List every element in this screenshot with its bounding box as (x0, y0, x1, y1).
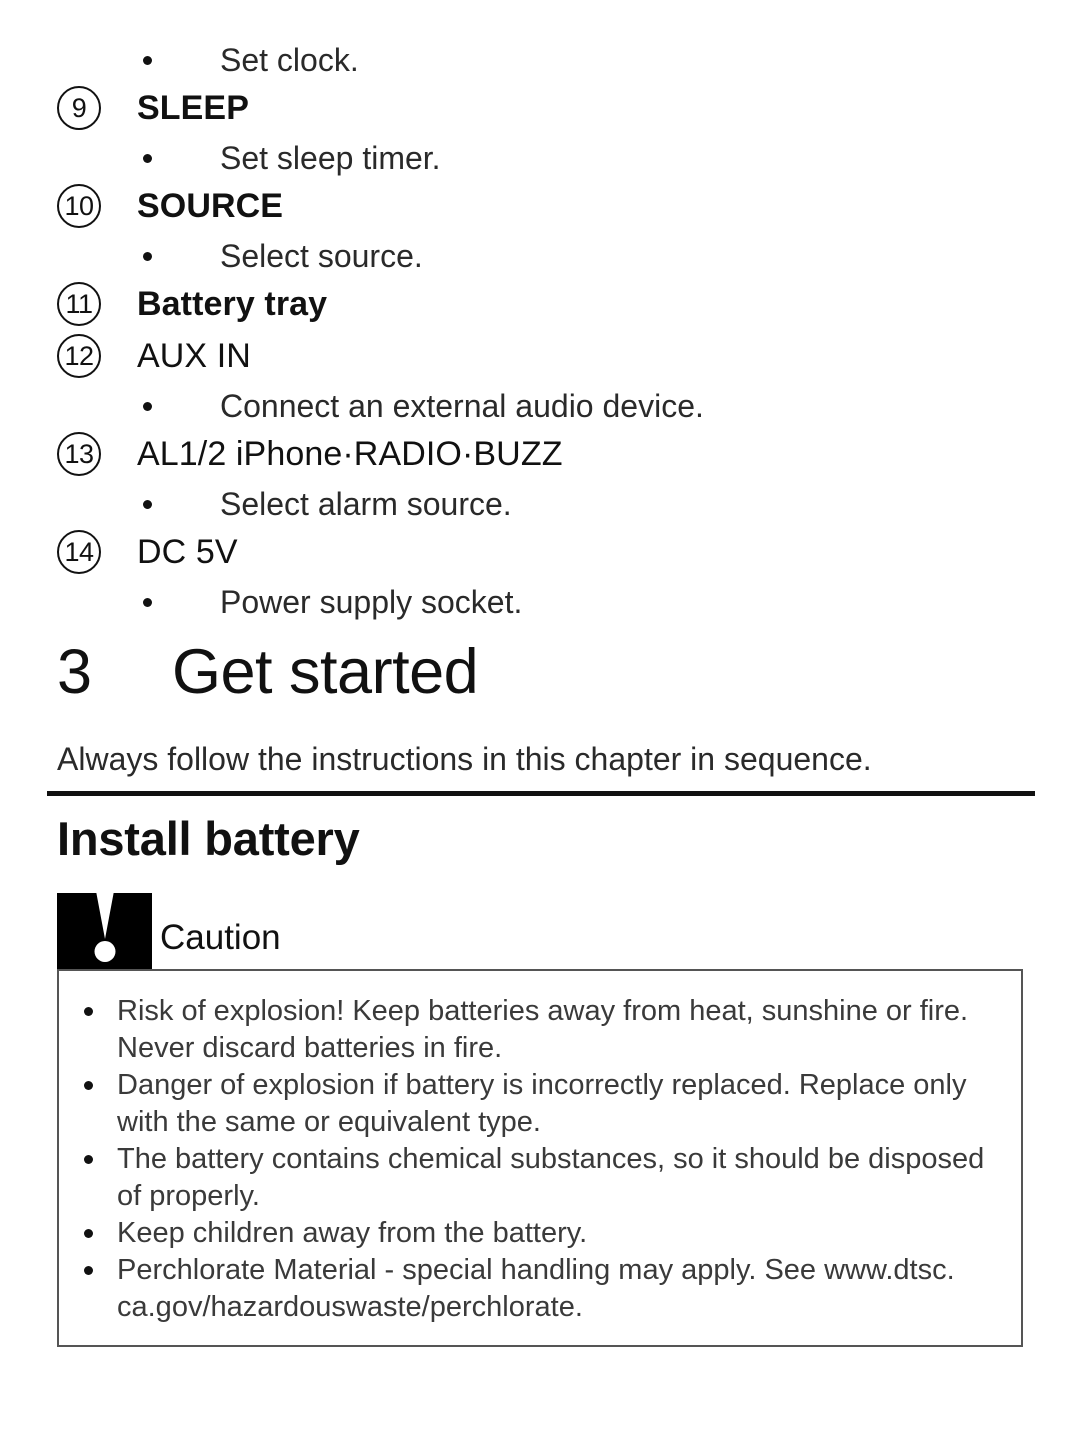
feature-row-sleep: 9 SLEEP (57, 84, 1037, 136)
callout-number-badge: 13 (57, 432, 101, 476)
list-item: Keep children away from the battery. (70, 1215, 1011, 1252)
list-item: The battery contains chemical substances… (70, 1141, 1011, 1215)
caution-box: Risk of explosion! Keep batteries away f… (57, 969, 1023, 1347)
page-title: Get started (172, 637, 479, 707)
list-item: Risk of explosion! Keep batteries away f… (70, 993, 1011, 1067)
list-item: Set sleep timer. (57, 136, 1037, 182)
exclamation-dot (94, 941, 115, 962)
chapter-heading: 3 Get started (57, 636, 1037, 708)
manual-page: Set clock. 9 SLEEP Set sleep timer. 10 S… (0, 0, 1080, 1454)
caution-item-text: Danger of explosion if battery is incorr… (117, 1069, 967, 1138)
bullet-text: Connect an external audio device. (220, 388, 704, 424)
feature-row-dc-5v: 14 DC 5V (57, 528, 1037, 580)
bullet-dot-icon (143, 56, 152, 65)
bullet-dot-icon (84, 1081, 93, 1090)
feature-label: AL1/2 iPhone·RADIO·BUZZ (137, 435, 563, 473)
bullet-dot-icon (143, 598, 152, 607)
feature-row-source: 10 SOURCE (57, 182, 1037, 234)
list-item: Danger of explosion if battery is incorr… (70, 1067, 1011, 1141)
callout-number-badge: 10 (57, 184, 101, 228)
list-item: Select source. (57, 234, 1037, 280)
callout-number-badge: 12 (57, 334, 101, 378)
list-item: Connect an external audio device. (57, 384, 1037, 430)
bullet-dot-icon (84, 1155, 93, 1164)
feature-label: DC 5V (137, 533, 238, 571)
callout-number-badge: 9 (57, 86, 101, 130)
caution-item-text: The battery contains chemical substances… (117, 1143, 985, 1212)
list-item: Select alarm source. (57, 482, 1037, 528)
callout-number-badge: 14 (57, 530, 101, 574)
bullet-dot-icon (84, 1007, 93, 1016)
bullet-text: Select source. (220, 238, 423, 274)
feature-row-battery-tray: 11 Battery tray (57, 280, 1037, 332)
feature-callout-list: Set clock. 9 SLEEP Set sleep timer. 10 S… (57, 38, 1037, 626)
bullet-dot-icon (143, 252, 152, 261)
bullet-text: Set clock. (220, 42, 359, 78)
caution-list: Risk of explosion! Keep batteries away f… (70, 993, 1011, 1326)
exclamation-mark-icon (57, 891, 152, 970)
feature-label: AUX IN (137, 337, 251, 375)
caution-item-text: Risk of explosion! Keep batteries away f… (117, 995, 969, 1064)
feature-label: SOURCE (137, 187, 284, 225)
caution-label: Caution (160, 918, 281, 957)
feature-label: SLEEP (137, 89, 249, 127)
feature-row-alarm-source: 13 AL1/2 iPhone·RADIO·BUZZ (57, 430, 1037, 482)
bullet-dot-icon (84, 1229, 93, 1238)
caution-item-text: Keep children away from the battery. (117, 1217, 588, 1249)
exclamation-stem (95, 891, 114, 939)
callout-number-badge: 11 (57, 282, 101, 326)
list-item: Power supply socket. (57, 580, 1037, 626)
feature-label: Battery tray (137, 285, 328, 323)
bullet-dot-icon (143, 402, 152, 411)
caution-item-text: Perchlorate Material - special handling … (117, 1254, 955, 1323)
bullet-dot-icon (143, 154, 152, 163)
horizontal-rule (47, 791, 1035, 796)
chapter-number: 3 (57, 637, 93, 707)
caution-header: Caution (57, 891, 281, 970)
bullet-text: Power supply socket. (220, 584, 523, 620)
feature-row-aux-in: 12 AUX IN (57, 332, 1037, 384)
bullet-text: Set sleep timer. (220, 140, 441, 176)
list-item: Perchlorate Material - special handling … (70, 1252, 1011, 1326)
bullet-text: Select alarm source. (220, 486, 512, 522)
chapter-intro-text: Always follow the instructions in this c… (57, 741, 872, 777)
list-item: Set clock. (57, 38, 1037, 84)
bullet-dot-icon (84, 1266, 93, 1275)
bullet-dot-icon (143, 500, 152, 509)
section-title: Install battery (57, 812, 360, 865)
